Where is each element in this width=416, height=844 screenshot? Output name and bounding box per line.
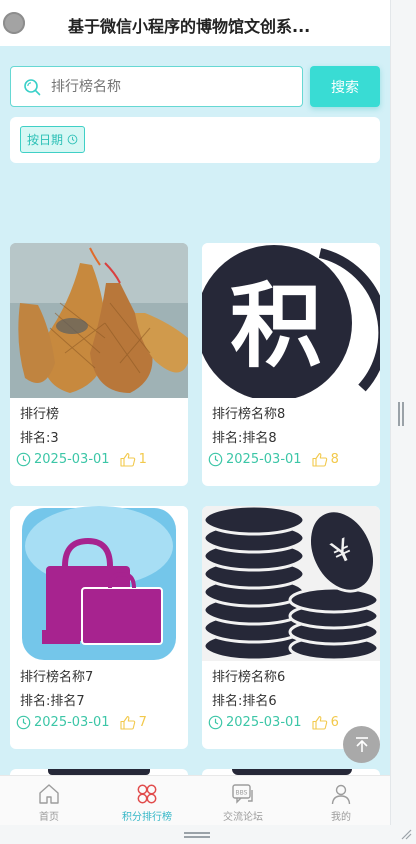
tab-bar: 首页 积分排行榜 BBS 交流论坛 我的 xyxy=(0,775,390,825)
shopping-bag-image xyxy=(10,506,188,661)
search-bar: 搜索 xyxy=(10,66,380,107)
profile-icon xyxy=(331,784,351,805)
thumbs-up-icon[interactable] xyxy=(120,715,136,730)
coins-image: ¥ xyxy=(202,506,380,661)
card-rank: 排名:排名7 xyxy=(20,694,85,709)
card-name: 排行榜名称6 xyxy=(212,670,286,685)
search-button[interactable]: 搜索 xyxy=(310,66,380,107)
card-date: 2025-03-01 xyxy=(34,451,110,467)
clock-icon xyxy=(208,452,223,466)
corner-resize-icon[interactable] xyxy=(400,828,412,840)
card-rank: 排名:排名8 xyxy=(212,431,277,446)
card-meta: 2025-03-01 8 xyxy=(208,450,339,468)
refresh-clock-icon xyxy=(67,134,78,145)
search-icon xyxy=(24,79,41,96)
card-name: 排行榜名称7 xyxy=(20,670,94,685)
thumbs-up-icon[interactable] xyxy=(312,715,328,730)
card-rank: 排名:3 xyxy=(20,431,59,446)
clock-icon xyxy=(16,715,31,729)
tab-ranking[interactable]: 积分排行榜 xyxy=(98,776,196,826)
card-date: 2025-03-01 xyxy=(226,714,302,730)
app-header: 基于微信小程序的博物馆文创系... xyxy=(0,0,390,46)
home-icon xyxy=(39,784,59,804)
ranking-icon xyxy=(137,784,157,804)
tab-forum-label: 交流论坛 xyxy=(223,812,263,823)
bottom-resize-handle[interactable] xyxy=(184,832,210,838)
card-meta: 2025-03-01 1 xyxy=(16,450,147,468)
clock-icon xyxy=(208,715,223,729)
card-likes: 7 xyxy=(138,714,147,730)
card-date: 2025-03-01 xyxy=(226,451,302,467)
bamboo-craft-image xyxy=(10,243,188,398)
card-meta: 2025-03-01 7 xyxy=(16,713,147,731)
ranking-card[interactable]: ¥ 排行榜名称6 排名:排名6 2025-03-01 6 xyxy=(202,506,380,749)
ranking-card[interactable]: 排行榜 排名:3 2025-03-01 1 xyxy=(10,243,188,486)
tab-home-label: 首页 xyxy=(39,812,59,823)
resize-handle[interactable] xyxy=(398,402,404,426)
tab-ranking-label: 积分排行榜 xyxy=(122,812,172,823)
card-meta: 2025-03-01 6 xyxy=(208,713,339,731)
ranking-card[interactable]: 积 排行榜名称8 排名:排名8 2025-03-01 8 xyxy=(202,243,380,486)
filter-panel: 按日期 xyxy=(10,117,380,163)
card-likes: 1 xyxy=(138,451,147,467)
forum-icon: BBS xyxy=(232,784,253,804)
card-name: 排行榜 xyxy=(20,407,60,422)
svg-text:BBS: BBS xyxy=(236,790,248,797)
tab-home[interactable]: 首页 xyxy=(0,776,98,826)
sort-by-date-chip[interactable]: 按日期 xyxy=(20,126,86,153)
card-rank: 排名:排名6 xyxy=(212,694,277,709)
card-likes: 8 xyxy=(330,451,339,467)
card-date: 2025-03-01 xyxy=(34,714,110,730)
page: 基于微信小程序的博物馆文创系... 搜索 按日期 xyxy=(0,0,390,844)
card-name: 排行榜名称8 xyxy=(212,407,286,422)
thumbs-up-icon[interactable] xyxy=(312,452,328,467)
sort-by-date-label: 按日期 xyxy=(27,133,64,147)
page-title: 基于微信小程序的博物馆文创系... xyxy=(68,17,311,36)
clock-icon xyxy=(16,452,31,466)
svg-text:积: 积 xyxy=(230,273,322,380)
avatar[interactable] xyxy=(3,12,25,34)
search-input[interactable] xyxy=(51,75,291,99)
tab-profile-label: 我的 xyxy=(331,812,351,823)
tab-profile[interactable]: 我的 xyxy=(292,776,390,826)
back-to-top-button[interactable] xyxy=(343,726,380,763)
arrow-up-icon xyxy=(355,736,368,752)
points-icon-image: 积 xyxy=(202,243,380,398)
card-likes: 6 xyxy=(330,714,339,730)
ranking-card[interactable]: 排行榜名称7 排名:排名7 2025-03-01 7 xyxy=(10,506,188,749)
tab-forum[interactable]: BBS 交流论坛 xyxy=(194,776,292,826)
search-field[interactable] xyxy=(10,66,303,107)
thumbs-up-icon[interactable] xyxy=(120,452,136,467)
